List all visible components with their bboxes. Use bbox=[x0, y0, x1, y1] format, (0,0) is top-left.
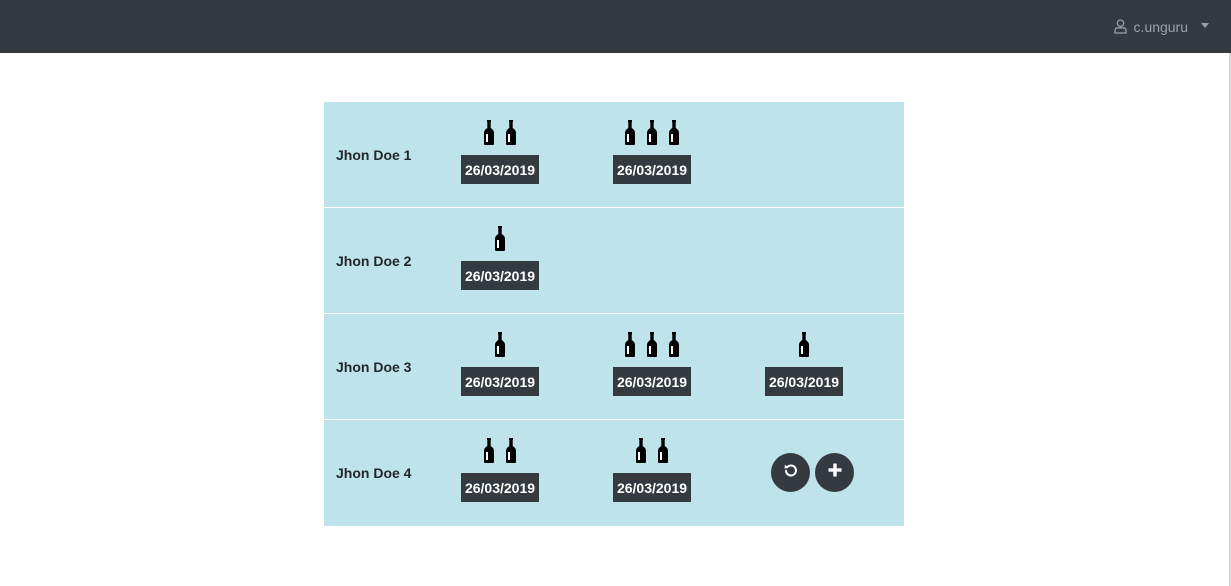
bottle-entry[interactable]: 26/03/2019 bbox=[461, 120, 539, 184]
bottle-entry[interactable]: 26/03/2019 bbox=[613, 332, 691, 396]
bottle-icon bbox=[657, 438, 669, 468]
bottle-table: Jhon Doe 1 26/03/2019 26/03/2019 Jhon Do… bbox=[324, 102, 904, 526]
bottle-icon bbox=[646, 332, 658, 362]
undo-icon bbox=[783, 462, 799, 483]
bottle-group bbox=[635, 438, 669, 468]
row-actions bbox=[771, 420, 854, 525]
date-badge: 26/03/2019 bbox=[461, 473, 539, 502]
bottle-icon bbox=[494, 332, 506, 362]
table-row: Jhon Doe 1 26/03/2019 26/03/2019 bbox=[324, 102, 904, 208]
bottle-icon bbox=[624, 120, 636, 150]
plus-icon bbox=[828, 463, 842, 482]
bottle-entry[interactable]: 26/03/2019 bbox=[613, 120, 691, 184]
caret-down-icon bbox=[1201, 23, 1209, 28]
bottle-icon bbox=[798, 332, 810, 362]
bottle-icon bbox=[668, 332, 680, 362]
date-badge: 26/03/2019 bbox=[461, 261, 539, 290]
user-outline-icon bbox=[1113, 19, 1127, 34]
bottle-entry[interactable]: 26/03/2019 bbox=[765, 332, 843, 396]
bottle-group bbox=[624, 120, 680, 150]
date-badge: 26/03/2019 bbox=[765, 367, 843, 396]
bottle-group bbox=[624, 332, 680, 362]
bottle-icon bbox=[483, 438, 495, 468]
bottle-group bbox=[483, 120, 517, 150]
bottle-icon bbox=[483, 120, 495, 150]
bottle-icon bbox=[624, 332, 636, 362]
bottle-icon bbox=[505, 438, 517, 468]
person-name: Jhon Doe 2 bbox=[336, 252, 412, 269]
date-badge: 26/03/2019 bbox=[461, 155, 539, 184]
top-navbar: c.unguru bbox=[0, 0, 1231, 53]
bottle-icon bbox=[635, 438, 647, 468]
bottle-group bbox=[494, 226, 506, 256]
reset-button[interactable] bbox=[771, 453, 810, 492]
bottle-icon bbox=[505, 120, 517, 150]
username-label: c.unguru bbox=[1133, 18, 1188, 35]
bottle-entry[interactable]: 26/03/2019 bbox=[461, 438, 539, 502]
date-badge: 26/03/2019 bbox=[613, 155, 691, 184]
date-badge: 26/03/2019 bbox=[613, 367, 691, 396]
table-row: Jhon Doe 2 26/03/2019 bbox=[324, 208, 904, 314]
person-name: Jhon Doe 1 bbox=[336, 146, 412, 163]
table-row: Jhon Doe 3 26/03/2019 26/03/2019 26/03/2… bbox=[324, 314, 904, 420]
date-badge: 26/03/2019 bbox=[461, 367, 539, 396]
date-badge: 26/03/2019 bbox=[613, 473, 691, 502]
bottle-group bbox=[483, 438, 517, 468]
add-button[interactable] bbox=[815, 453, 854, 492]
bottle-entry[interactable]: 26/03/2019 bbox=[461, 332, 539, 396]
table-row: Jhon Doe 4 26/03/2019 26/03/2019 bbox=[324, 420, 904, 526]
bottle-entry[interactable]: 26/03/2019 bbox=[613, 438, 691, 502]
bottle-icon bbox=[494, 226, 506, 256]
person-name: Jhon Doe 4 bbox=[336, 464, 412, 481]
bottle-group bbox=[798, 332, 810, 362]
bottle-icon bbox=[668, 120, 680, 150]
bottle-icon bbox=[646, 120, 658, 150]
bottle-group bbox=[494, 332, 506, 362]
person-name: Jhon Doe 3 bbox=[336, 358, 412, 375]
user-menu[interactable]: c.unguru bbox=[1113, 0, 1209, 53]
bottle-entry[interactable]: 26/03/2019 bbox=[461, 226, 539, 290]
